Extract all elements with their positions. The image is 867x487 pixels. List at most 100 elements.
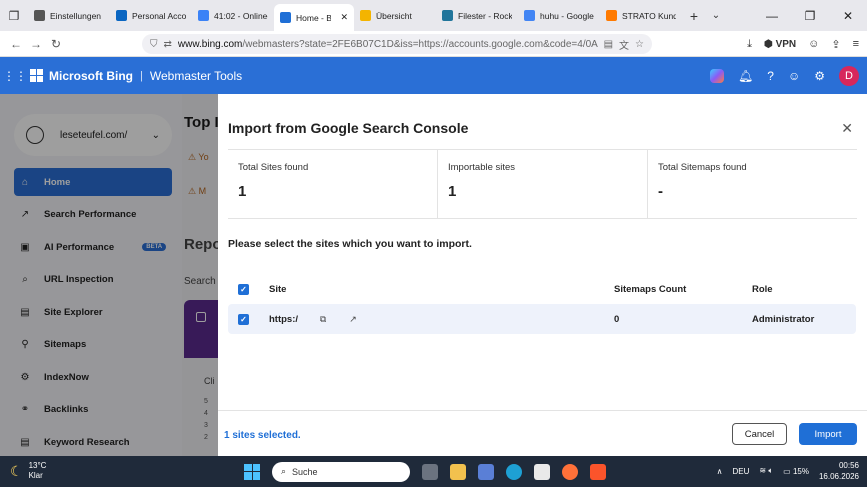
translate-icon[interactable]: 文 bbox=[619, 37, 629, 52]
reader-view-icon[interactable]: ▤ bbox=[604, 39, 613, 50]
browser-tab-label: STRATO Kunde bbox=[622, 10, 676, 21]
copilot-icon[interactable] bbox=[710, 68, 725, 83]
clock[interactable]: 00:56 16.06.2026 bbox=[819, 460, 859, 482]
stat-label: Total Sites found bbox=[238, 162, 309, 173]
import-button[interactable]: Import bbox=[799, 423, 857, 445]
close-icon[interactable]: ✕ bbox=[841, 120, 853, 137]
new-tab-button[interactable]: + bbox=[682, 8, 706, 24]
column-sitemaps-count: Sitemaps Count bbox=[614, 283, 687, 295]
task-view-icon[interactable] bbox=[422, 463, 438, 480]
browser-tab-label: Home - Bing bbox=[296, 12, 332, 23]
brave-icon[interactable] bbox=[590, 463, 606, 480]
stat-value: 1 bbox=[238, 183, 247, 200]
table-header: ✓ Site Sitemaps Count Role bbox=[228, 274, 856, 304]
reload-button[interactable]: ↻ bbox=[46, 37, 66, 51]
weather-widget[interactable]: ☾ 13°C Klar bbox=[10, 461, 46, 481]
selection-prompt: Please select the sites which you want t… bbox=[228, 238, 472, 250]
feedback-smiley-icon[interactable]: ☺ bbox=[788, 69, 800, 83]
shield-icon[interactable]: ⛉ bbox=[150, 39, 158, 50]
column-role: Role bbox=[752, 283, 773, 295]
selected-count: 1 sites selected. bbox=[224, 430, 301, 441]
product-name[interactable]: Webmaster Tools bbox=[150, 69, 242, 83]
share-icon[interactable]: ⇪ bbox=[831, 38, 840, 51]
browser-tab-label: Übersicht bbox=[376, 10, 412, 21]
settings-gear-icon[interactable]: ⚙ bbox=[814, 69, 825, 83]
linkedin-icon bbox=[116, 10, 127, 21]
stat-card: Total Sitemaps found - bbox=[648, 150, 857, 218]
google-icon bbox=[524, 10, 535, 21]
firefox-icon[interactable] bbox=[562, 463, 578, 480]
site-cell: https:/ ⧉ ↗ bbox=[269, 314, 614, 325]
temperature: 13°C bbox=[28, 461, 47, 470]
restore-button[interactable]: ❐ bbox=[791, 0, 829, 31]
select-all-checkbox[interactable]: ✓ bbox=[238, 283, 249, 295]
row-checkbox[interactable]: ✓ bbox=[238, 313, 249, 325]
modal-title: Import from Google Search Console bbox=[228, 120, 469, 136]
windows-taskbar: ☾ 13°C Klar ⌕ Suche ∧ DEU ≋ 🔈︎ ▭ 15% 00:5… bbox=[0, 456, 867, 487]
download-icon[interactable]: ⤓ bbox=[747, 38, 752, 51]
microsoft-logo-icon bbox=[30, 69, 43, 82]
app-launcher-icon[interactable]: ⋮⋮ bbox=[0, 69, 30, 83]
import-stats: Total Sites found 1 Importable sites 1 Total… bbox=[228, 149, 857, 219]
wifi-volume-icon[interactable]: ≋ 🔈︎ bbox=[759, 466, 773, 476]
modal-footer: 1 sites selected. Cancel Import bbox=[218, 410, 867, 456]
site-permissions-icon[interactable]: ⇄ bbox=[164, 39, 172, 50]
account-icon[interactable]: ☺ bbox=[808, 38, 819, 50]
browser-tab[interactable]: STRATO Kunde bbox=[600, 4, 682, 28]
minimize-button[interactable]: — bbox=[753, 0, 791, 31]
brand-name[interactable]: Microsoft Bing bbox=[49, 69, 133, 83]
browser-tab-label: huhu - Google bbox=[540, 10, 594, 21]
copy-icon[interactable]: ⧉ bbox=[318, 314, 328, 324]
close-window-button[interactable]: ✕ bbox=[829, 0, 867, 31]
browser-tab[interactable]: huhu - Google bbox=[518, 4, 600, 28]
browser-tab[interactable]: Filester - Rocks bbox=[436, 4, 518, 28]
notifications-bell-icon[interactable]: 🔔︎ bbox=[738, 69, 753, 83]
browser-tab[interactable]: Home - Bing ✕ bbox=[274, 4, 354, 31]
browser-tab-label: Filester - Rocks bbox=[458, 10, 512, 21]
edge-icon[interactable] bbox=[506, 463, 522, 480]
browser-tab-label: Einstellungen bbox=[50, 10, 102, 21]
cancel-button[interactable]: Cancel bbox=[732, 423, 787, 445]
sitemaps-count-cell: 0 bbox=[614, 313, 620, 325]
vpn-button[interactable]: ⬢ VPN bbox=[764, 39, 796, 50]
language-indicator[interactable]: DEU bbox=[733, 467, 750, 476]
close-tab-icon[interactable]: ✕ bbox=[340, 12, 348, 23]
analytics-icon bbox=[360, 10, 371, 21]
battery-indicator[interactable]: ▭ 15% bbox=[783, 467, 809, 476]
address-bar-row: ← → ↻ ⛉ ⇄ www.bing.com/webmasters?state=… bbox=[0, 31, 867, 57]
url-path: /webmasters?state=2FE6B07C1D&iss=https:/… bbox=[242, 38, 598, 50]
help-icon[interactable]: ? bbox=[767, 69, 774, 83]
store-icon[interactable] bbox=[534, 463, 550, 480]
stat-label: Total Sitemaps found bbox=[658, 162, 747, 173]
tray-chevron-icon[interactable]: ∧ bbox=[717, 467, 723, 476]
taskbar-search[interactable]: ⌕ Suche bbox=[272, 461, 410, 482]
file-explorer-icon[interactable] bbox=[450, 463, 466, 480]
browser-tab[interactable]: Einstellungen bbox=[28, 4, 110, 28]
system-tray: ∧ DEU ≋ 🔈︎ ▭ 15% 00:56 16.06.2026 bbox=[717, 460, 859, 482]
bookmark-star-icon[interactable]: ☆ bbox=[635, 39, 644, 50]
stat-value: - bbox=[658, 183, 663, 200]
sites-table: ✓ Site Sitemaps Count Role ✓ https:/ ⧉ ↗ 0 Ad… bbox=[228, 274, 856, 334]
notes-app-icon[interactable] bbox=[478, 463, 494, 480]
tab-list-chevron-icon[interactable]: ⌄ bbox=[706, 10, 726, 21]
gear-icon bbox=[34, 10, 45, 21]
start-button-icon[interactable] bbox=[244, 463, 260, 480]
back-button[interactable]: ← bbox=[6, 37, 26, 51]
browser-tab[interactable]: Übersicht bbox=[354, 4, 436, 28]
browser-tab[interactable]: 41:02 - Online- bbox=[192, 4, 274, 28]
strato-icon bbox=[606, 10, 617, 21]
browser-tab[interactable]: Personal Accou bbox=[110, 4, 192, 28]
weather-condition: Klar bbox=[28, 471, 43, 480]
browser-tab-label: 41:02 - Online- bbox=[214, 10, 268, 21]
url-field[interactable]: ⛉ ⇄ www.bing.com/webmasters?state=2FE6B0… bbox=[142, 34, 652, 54]
user-avatar[interactable]: D bbox=[839, 65, 859, 86]
moon-icon: ☾ bbox=[10, 463, 23, 479]
open-external-icon[interactable]: ↗ bbox=[348, 314, 358, 324]
tab-actions-icon[interactable]: ❐ bbox=[0, 9, 28, 23]
forward-button[interactable]: → bbox=[26, 37, 46, 51]
bing-icon bbox=[280, 12, 291, 23]
app-header: ⋮⋮ Microsoft Bing | Webmaster Tools 🔔︎ ?… bbox=[0, 57, 867, 94]
table-row[interactable]: ✓ https:/ ⧉ ↗ 0 Administrator bbox=[228, 304, 856, 334]
stat-card: Importable sites 1 bbox=[438, 150, 648, 218]
menu-icon[interactable]: ≡ bbox=[853, 38, 859, 50]
